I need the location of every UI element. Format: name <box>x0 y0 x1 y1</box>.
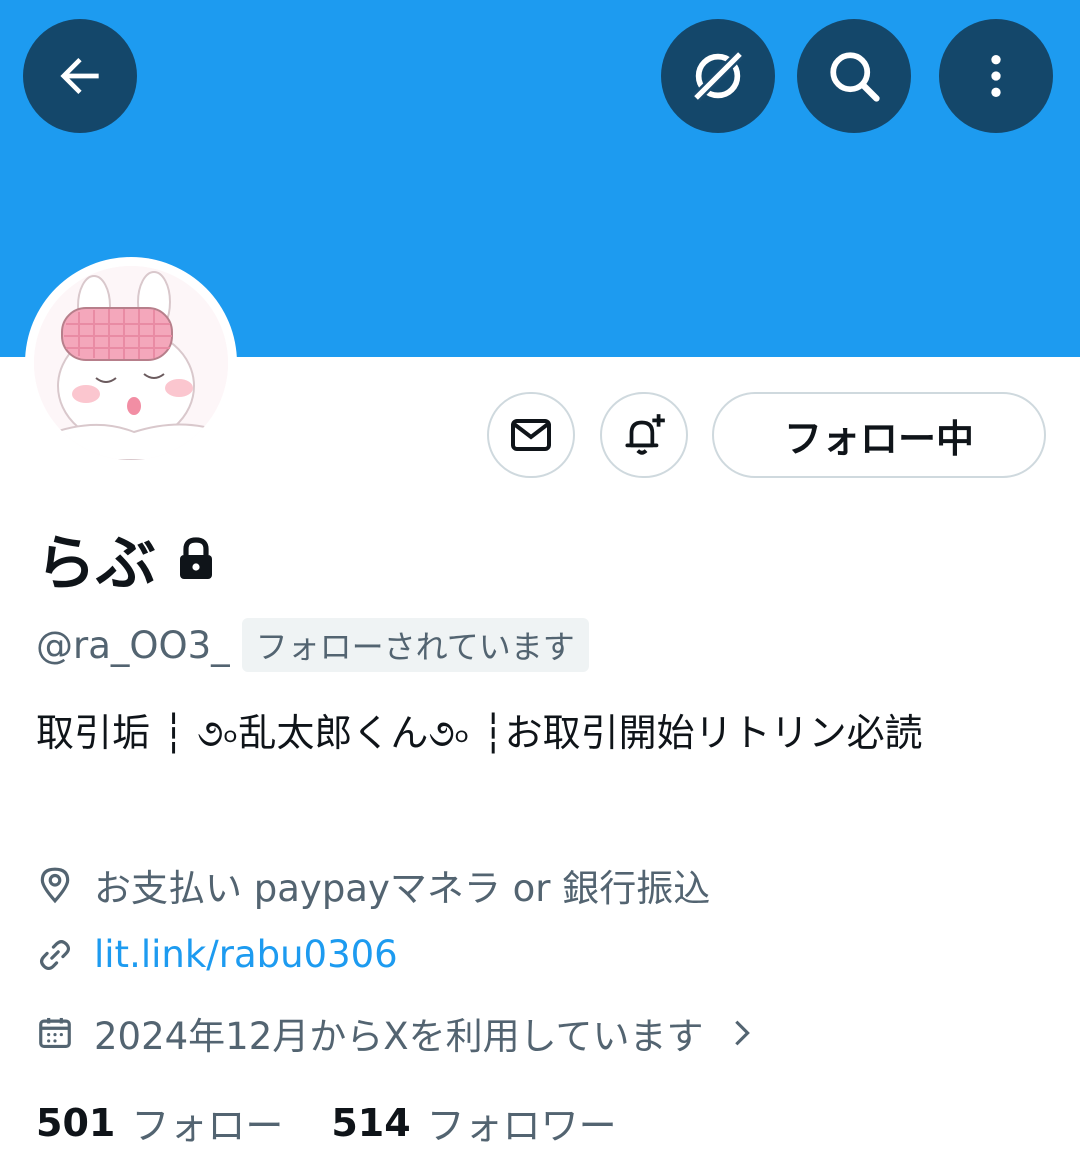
bio: 取引垢 ┆ ૭৹乱太郎くん૭৹ ┆お取引開始リトリン必読 <box>36 711 923 755</box>
grok-button[interactable] <box>661 19 775 133</box>
followers-stat[interactable]: 514 フォロワー <box>331 1095 616 1150</box>
chevron-right-icon <box>735 1020 751 1046</box>
grok-icon <box>692 50 744 102</box>
location-pin-icon <box>40 867 70 904</box>
notify-button[interactable] <box>600 392 688 478</box>
website-link[interactable]: lit.link/rabu0306 <box>94 933 398 976</box>
follow-stats: 501 フォロー 514 フォロワー <box>36 1095 617 1150</box>
avatar[interactable] <box>25 257 237 469</box>
avatar-image <box>34 266 228 460</box>
arrow-left-icon <box>60 58 99 94</box>
mail-icon <box>511 419 551 451</box>
lock-icon <box>176 536 216 581</box>
search-button[interactable] <box>797 19 911 133</box>
following-button[interactable]: フォロー中 <box>712 392 1046 478</box>
message-button[interactable] <box>487 392 575 478</box>
joined-text: 2024年12月からXを利用しています <box>94 1015 704 1058</box>
bell-plus-icon <box>625 414 665 455</box>
location-row: お支払い paypayマネラ or 銀行振込 <box>36 858 710 912</box>
location-text: お支払い paypayマネラ or 銀行振込 <box>94 867 711 910</box>
handle: @ra_OO3_ <box>36 623 230 667</box>
following-label: フォロー <box>131 1104 284 1148</box>
following-stat[interactable]: 501 フォロー <box>36 1095 283 1150</box>
joined-row[interactable]: 2024年12月からXを利用しています <box>36 1006 759 1060</box>
following-count: 501 <box>36 1100 116 1145</box>
followers-count: 514 <box>331 1100 411 1145</box>
search-icon <box>830 52 880 102</box>
display-name-row: らぶ <box>36 515 216 602</box>
back-button[interactable] <box>23 19 137 133</box>
display-name: らぶ <box>36 529 156 599</box>
followers-label: フォロワー <box>426 1104 617 1148</box>
calendar-icon <box>39 1017 71 1049</box>
more-button[interactable] <box>939 19 1053 133</box>
following-button-label: フォロー中 <box>783 416 974 461</box>
link-icon <box>39 939 71 970</box>
handle-row: @ra_OO3_ フォローされています <box>36 618 589 672</box>
website-row: lit.link/rabu0306 <box>36 933 398 976</box>
more-vertical-icon <box>991 55 1001 97</box>
follows-you-badge: フォローされています <box>241 618 589 672</box>
